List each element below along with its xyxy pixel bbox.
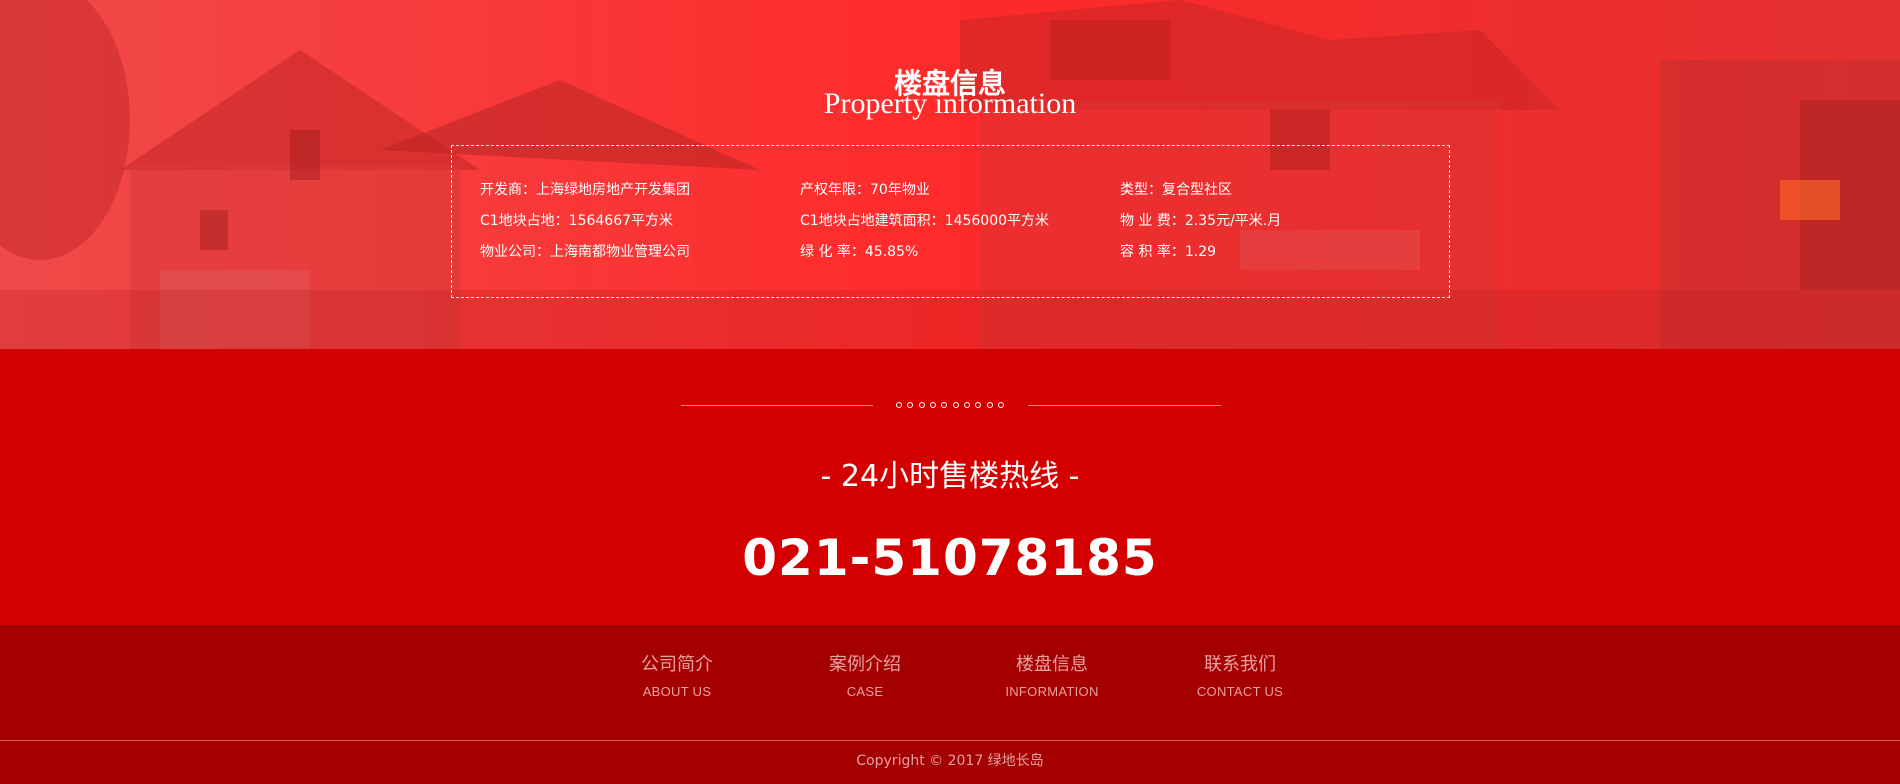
- info-developer: 开发商：上海绿地房地产开发集团: [480, 182, 690, 198]
- info-land-area: C1地块占地：1564667平方米: [480, 213, 674, 229]
- footer: 公司简介 ABOUT US 案例介绍 CASE 楼盘信息 INFORMATION…: [0, 625, 1900, 784]
- info-property-fee: 物 业 费：2.35元/平米.月: [1120, 213, 1282, 229]
- dot-icon: [929, 402, 936, 408]
- footer-nav-subtitle: CONTACT US: [1196, 684, 1284, 699]
- property-info-box: 开发商：上海绿地房地产开发集团 产权年限：70年物业 类型：复合型社区 C1地块…: [451, 145, 1450, 298]
- info-type: 类型：复合型社区: [1120, 182, 1232, 198]
- footer-nav-contact[interactable]: 联系我们 CONTACT US: [1170, 653, 1310, 700]
- info-plot-ratio: 容 积 率：1.29: [1120, 244, 1217, 260]
- footer-nav-title: 联系我们: [1204, 654, 1276, 675]
- dot-icon: [918, 402, 925, 408]
- footer-nav-subtitle: CASE: [846, 684, 884, 699]
- dot-icon: [952, 402, 959, 408]
- footer-nav-case[interactable]: 案例介绍 CASE: [795, 653, 935, 700]
- info-tenure: 产权年限：70年物业: [800, 182, 930, 198]
- info-greening-rate: 绿 化 率：45.85%: [800, 244, 919, 260]
- dot-icon: [997, 402, 1004, 408]
- hotline-section: - 24小时售楼热线 - 021-51078185: [0, 349, 1900, 625]
- footer-nav-subtitle: ABOUT US: [642, 684, 712, 699]
- hotline-label: - 24小时售楼热线 -: [820, 459, 1080, 494]
- footer-nav-subtitle: INFORMATION: [1005, 684, 1099, 699]
- divider-right: [1028, 405, 1221, 406]
- property-info-section: 楼盘信息 Property information 开发商：上海绿地房地产开发集…: [0, 0, 1900, 349]
- footer-nav-title: 公司简介: [641, 654, 713, 675]
- dot-icon: [941, 402, 948, 408]
- dot-icon: [907, 402, 914, 408]
- section-subtitle: Property information: [823, 87, 1077, 120]
- footer-divider: [0, 740, 1900, 741]
- dot-icon: [986, 402, 993, 408]
- dot-icon: [975, 402, 982, 408]
- footer-nav-about[interactable]: 公司简介 ABOUT US: [607, 653, 747, 700]
- info-building-area: C1地块占地建筑面积：1456000平方米: [800, 213, 1050, 229]
- divider-dots: [896, 399, 1004, 411]
- footer-nav-title: 案例介绍: [829, 654, 901, 675]
- hotline-number[interactable]: 021-51078185: [0, 528, 1900, 588]
- copyright: Copyright © 2017 绿地长岛: [856, 753, 1044, 769]
- footer-nav-information[interactable]: 楼盘信息 INFORMATION: [982, 653, 1122, 700]
- divider-left: [681, 405, 873, 406]
- dot-icon: [963, 402, 970, 408]
- footer-nav-title: 楼盘信息: [1016, 654, 1088, 675]
- dot-icon: [896, 402, 902, 408]
- info-property-company: 物业公司：上海南都物业管理公司: [480, 244, 690, 260]
